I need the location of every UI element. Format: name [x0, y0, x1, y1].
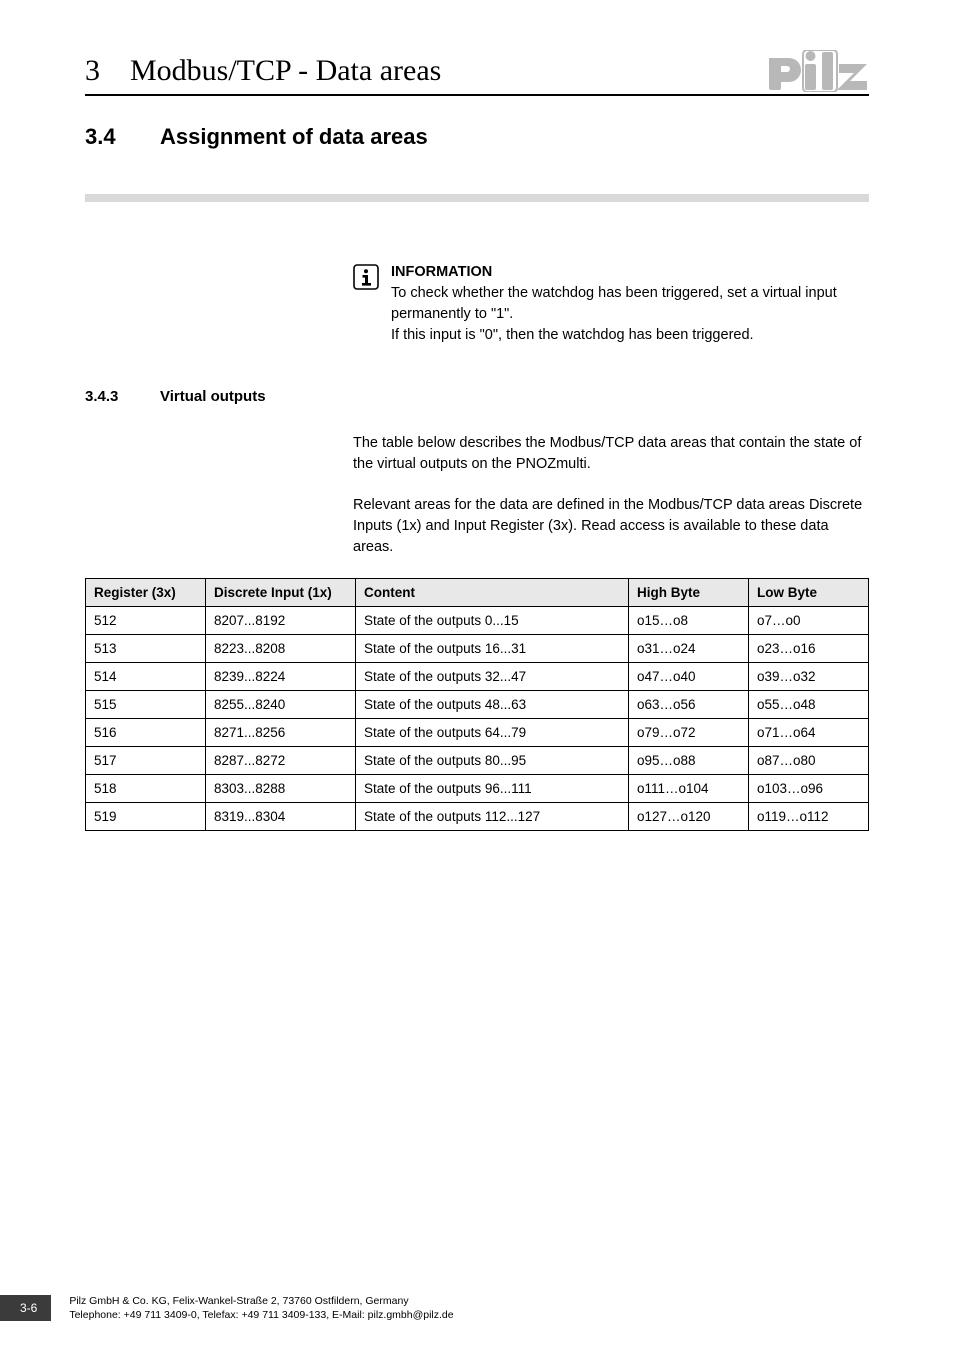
information-line-2: If this input is "0", then the watchdog … — [391, 327, 754, 343]
table-cell: 517 — [86, 747, 206, 775]
table-cell: 8255...8240 — [206, 691, 356, 719]
subsection-heading: 3.4.3 Virtual outputs — [85, 388, 869, 405]
virtual-outputs-table: Register (3x) Discrete Input (1x) Conten… — [85, 578, 869, 831]
table-row: 5188303...8288State of the outputs 96...… — [86, 775, 869, 803]
table-cell: State of the outputs 0...15 — [356, 607, 629, 635]
table-cell: o95…o88 — [629, 747, 749, 775]
pilz-logo — [769, 50, 869, 92]
table-cell: o87…o80 — [749, 747, 869, 775]
table-cell: o79…o72 — [629, 719, 749, 747]
th-discrete-input: Discrete Input (1x) — [206, 579, 356, 607]
table-cell: o23…o16 — [749, 635, 869, 663]
body-paragraph-1: The table below describes the Modbus/TCP… — [353, 433, 869, 475]
information-callout: INFORMATION To check whether the watchdo… — [353, 262, 869, 346]
divider-bar — [85, 194, 869, 202]
section-number: 3.4 — [85, 124, 160, 150]
table-cell: 8319...8304 — [206, 803, 356, 831]
body-paragraph-2: Relevant areas for the data are defined … — [353, 495, 869, 558]
footer-line-1: Pilz GmbH & Co. KG, Felix-Wankel-Straße … — [69, 1295, 408, 1307]
footer-text: Pilz GmbH & Co. KG, Felix-Wankel-Straße … — [69, 1294, 453, 1322]
table-cell: 512 — [86, 607, 206, 635]
table-cell: o71…o64 — [749, 719, 869, 747]
table-cell: o111…o104 — [629, 775, 749, 803]
table-cell: o7…o0 — [749, 607, 869, 635]
th-high-byte: High Byte — [629, 579, 749, 607]
table-cell: 518 — [86, 775, 206, 803]
table-cell: o15…o8 — [629, 607, 749, 635]
table-header-row: Register (3x) Discrete Input (1x) Conten… — [86, 579, 869, 607]
table-cell: 8271...8256 — [206, 719, 356, 747]
table-cell: State of the outputs 96...111 — [356, 775, 629, 803]
section-heading: 3.4 Assignment of data areas — [85, 124, 869, 194]
table-row: 5158255...8240State of the outputs 48...… — [86, 691, 869, 719]
footer-line-2: Telephone: +49 711 3409-0, Telefax: +49 … — [69, 1309, 453, 1321]
table-cell: 516 — [86, 719, 206, 747]
table-cell: o119…o112 — [749, 803, 869, 831]
th-content: Content — [356, 579, 629, 607]
th-low-byte: Low Byte — [749, 579, 869, 607]
table-cell: 519 — [86, 803, 206, 831]
information-text: INFORMATION To check whether the watchdo… — [391, 262, 869, 346]
table-cell: o103…o96 — [749, 775, 869, 803]
info-icon — [353, 262, 391, 346]
subsection-title: Virtual outputs — [160, 388, 266, 405]
table-cell: o47…o40 — [629, 663, 749, 691]
table-cell: 514 — [86, 663, 206, 691]
table-row: 5138223...8208State of the outputs 16...… — [86, 635, 869, 663]
table-cell: 8239...8224 — [206, 663, 356, 691]
table-cell: State of the outputs 16...31 — [356, 635, 629, 663]
table-cell: 8223...8208 — [206, 635, 356, 663]
table-cell: 8303...8288 — [206, 775, 356, 803]
table-cell: o63…o56 — [629, 691, 749, 719]
information-label: INFORMATION — [391, 262, 869, 283]
chapter-title: Modbus/TCP - Data areas — [130, 54, 769, 88]
table-cell: State of the outputs 64...79 — [356, 719, 629, 747]
section-title: Assignment of data areas — [160, 124, 428, 150]
table-cell: State of the outputs 32...47 — [356, 663, 629, 691]
table-row: 5128207...8192State of the outputs 0...1… — [86, 607, 869, 635]
table-cell: State of the outputs 48...63 — [356, 691, 629, 719]
page-footer: 3-6 Pilz GmbH & Co. KG, Felix-Wankel-Str… — [0, 1294, 454, 1322]
subsection-number: 3.4.3 — [85, 388, 160, 405]
table-row: 5178287...8272State of the outputs 80...… — [86, 747, 869, 775]
chapter-number: 3 — [85, 54, 100, 88]
table-cell: State of the outputs 80...95 — [356, 747, 629, 775]
table-row: 5198319...8304State of the outputs 112..… — [86, 803, 869, 831]
information-line-1: To check whether the watchdog has been t… — [391, 285, 837, 322]
table-cell: o55…o48 — [749, 691, 869, 719]
table-cell: State of the outputs 112...127 — [356, 803, 629, 831]
table-cell: o127…o120 — [629, 803, 749, 831]
table-cell: 513 — [86, 635, 206, 663]
table-row: 5148239...8224State of the outputs 32...… — [86, 663, 869, 691]
table-cell: o31…o24 — [629, 635, 749, 663]
table-cell: 8207...8192 — [206, 607, 356, 635]
table-cell: 515 — [86, 691, 206, 719]
table-row: 5168271...8256State of the outputs 64...… — [86, 719, 869, 747]
th-register: Register (3x) — [86, 579, 206, 607]
page-number-badge: 3-6 — [0, 1295, 51, 1321]
page-header: 3 Modbus/TCP - Data areas — [85, 50, 869, 96]
table-cell: 8287...8272 — [206, 747, 356, 775]
table-cell: o39…o32 — [749, 663, 869, 691]
